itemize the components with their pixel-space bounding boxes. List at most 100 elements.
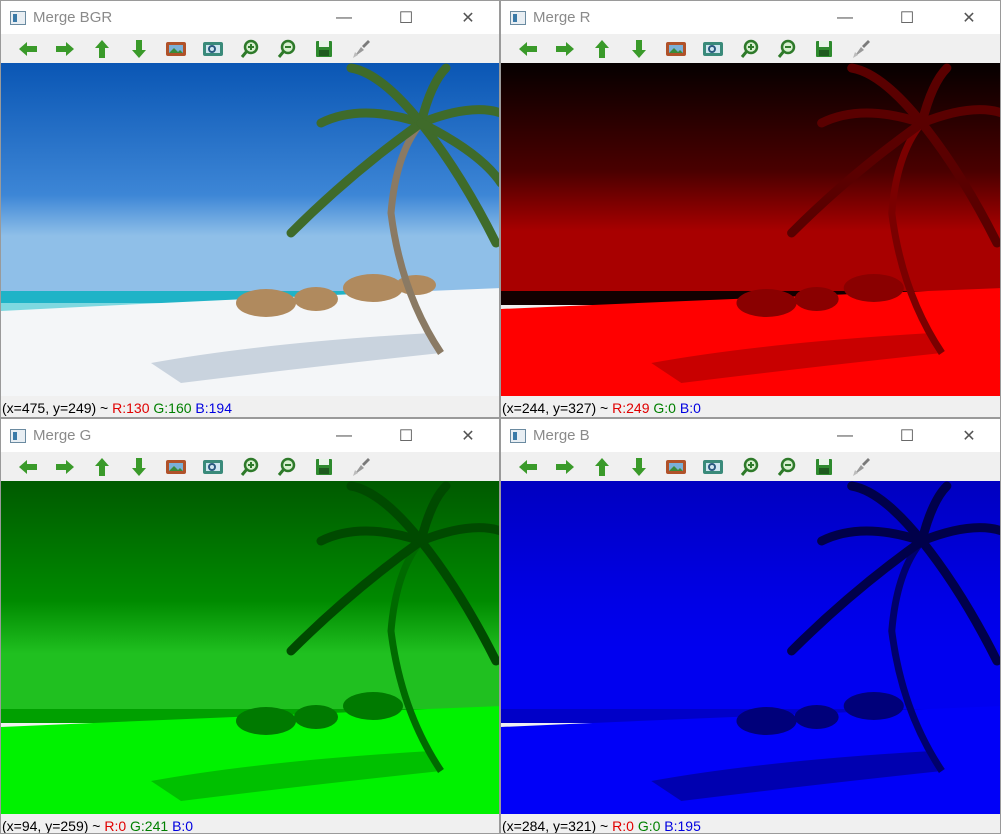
save-icon xyxy=(315,40,333,58)
minimize-button[interactable]: — xyxy=(814,419,876,452)
pan-right-button[interactable] xyxy=(546,454,583,480)
pixel-b: B:0 xyxy=(679,400,701,416)
zoom-in-button[interactable] xyxy=(731,36,768,62)
zoom-original-button[interactable] xyxy=(157,454,194,480)
save-button[interactable] xyxy=(805,36,842,62)
properties-button[interactable] xyxy=(342,454,379,480)
save-icon xyxy=(315,458,333,476)
pan-right-button[interactable] xyxy=(546,36,583,62)
zoom-original-icon xyxy=(665,40,687,58)
pixel-coords: (x=284, y=321) ~ xyxy=(502,818,613,834)
maximize-button[interactable]: ☐ xyxy=(375,419,437,452)
properties-icon xyxy=(351,457,371,477)
pan-down-button[interactable] xyxy=(120,36,157,62)
zoom-original-button[interactable] xyxy=(657,454,694,480)
zoom-in-icon xyxy=(740,457,760,477)
pixel-g: G:0 xyxy=(653,400,676,416)
image-view[interactable] xyxy=(501,63,1000,396)
pan-down-icon xyxy=(630,38,648,60)
zoom-out-button[interactable] xyxy=(768,36,805,62)
status-bar: (x=244, y=327) ~ R:249 G:0 B:0 xyxy=(501,396,1000,417)
status-bar: (x=284, y=321) ~ R:0 G:0 B:195 xyxy=(501,814,1000,834)
pan-left-button[interactable] xyxy=(509,36,546,62)
minimize-button[interactable]: — xyxy=(814,1,876,34)
pan-left-icon xyxy=(517,458,539,476)
zoom-out-button[interactable] xyxy=(268,36,305,62)
image-view[interactable] xyxy=(1,63,499,396)
toolbar xyxy=(501,34,1000,63)
pixel-b: B:0 xyxy=(172,818,194,834)
minimize-button[interactable]: — xyxy=(313,419,375,452)
pan-down-button[interactable] xyxy=(620,454,657,480)
zoom-fit-icon xyxy=(202,40,224,58)
zoom-fit-button[interactable] xyxy=(194,36,231,62)
properties-button[interactable] xyxy=(342,36,379,62)
close-button[interactable]: ✕ xyxy=(437,1,499,34)
maximize-button[interactable]: ☐ xyxy=(876,419,938,452)
zoom-out-icon xyxy=(777,457,797,477)
zoom-out-button[interactable] xyxy=(268,454,305,480)
pan-left-icon xyxy=(17,458,39,476)
window-title: Merge B xyxy=(533,427,590,444)
maximize-button[interactable]: ☐ xyxy=(375,1,437,34)
pan-up-button[interactable] xyxy=(83,454,120,480)
pan-right-icon xyxy=(54,40,76,58)
zoom-in-button[interactable] xyxy=(731,454,768,480)
pan-up-button[interactable] xyxy=(583,454,620,480)
close-button[interactable]: ✕ xyxy=(437,419,499,452)
app-icon xyxy=(10,428,26,443)
title-bar[interactable]: Merge G — ☐ ✕ xyxy=(1,419,499,452)
pan-right-icon xyxy=(554,458,576,476)
pan-right-button[interactable] xyxy=(46,454,83,480)
title-bar[interactable]: Merge B — ☐ ✕ xyxy=(501,419,1000,452)
title-bar[interactable]: Merge BGR — ☐ ✕ xyxy=(1,1,499,34)
app-icon xyxy=(510,10,526,25)
pan-left-button[interactable] xyxy=(9,454,46,480)
window-title: Merge BGR xyxy=(33,9,113,26)
save-button[interactable] xyxy=(305,454,342,480)
zoom-out-icon xyxy=(277,457,297,477)
pixel-r: R:249 xyxy=(612,400,650,416)
pan-left-button[interactable] xyxy=(9,36,46,62)
pan-up-button[interactable] xyxy=(583,36,620,62)
pan-right-button[interactable] xyxy=(46,36,83,62)
close-button[interactable]: ✕ xyxy=(938,1,1000,34)
window-merge-r: Merge R — ☐ ✕ (x=244, y=327) ~ R:249 G:0… xyxy=(500,0,1001,418)
beach-image xyxy=(1,63,499,396)
pan-up-icon xyxy=(93,456,111,478)
properties-button[interactable] xyxy=(842,36,879,62)
zoom-fit-button[interactable] xyxy=(694,454,731,480)
pan-down-icon xyxy=(130,456,148,478)
properties-button[interactable] xyxy=(842,454,879,480)
pan-up-button[interactable] xyxy=(83,36,120,62)
zoom-in-button[interactable] xyxy=(231,454,268,480)
maximize-button[interactable]: ☐ xyxy=(876,1,938,34)
close-button[interactable]: ✕ xyxy=(938,419,1000,452)
pan-down-button[interactable] xyxy=(120,454,157,480)
pan-up-icon xyxy=(93,38,111,60)
zoom-fit-icon xyxy=(702,40,724,58)
pixel-g: G:0 xyxy=(637,818,661,834)
minimize-button[interactable]: — xyxy=(313,1,375,34)
zoom-original-button[interactable] xyxy=(157,36,194,62)
save-button[interactable] xyxy=(305,36,342,62)
image-view[interactable] xyxy=(1,481,499,814)
red-channel-image xyxy=(501,63,1000,396)
save-button[interactable] xyxy=(805,454,842,480)
pan-down-button[interactable] xyxy=(620,36,657,62)
zoom-fit-button[interactable] xyxy=(194,454,231,480)
zoom-original-button[interactable] xyxy=(657,36,694,62)
blue-channel-image xyxy=(501,481,1000,814)
zoom-fit-button[interactable] xyxy=(694,36,731,62)
zoom-out-button[interactable] xyxy=(768,454,805,480)
title-bar[interactable]: Merge R — ☐ ✕ xyxy=(501,1,1000,34)
toolbar xyxy=(1,452,499,481)
pixel-r: R:130 xyxy=(112,400,150,416)
zoom-original-icon xyxy=(665,458,687,476)
pan-left-icon xyxy=(17,40,39,58)
zoom-in-button[interactable] xyxy=(231,36,268,62)
pan-left-button[interactable] xyxy=(509,454,546,480)
window-merge-g: Merge G — ☐ ✕ (x=94, y=259) ~ R:0 G:241 … xyxy=(0,418,500,834)
image-view[interactable] xyxy=(501,481,1000,814)
pixel-r: R:0 xyxy=(104,818,127,834)
